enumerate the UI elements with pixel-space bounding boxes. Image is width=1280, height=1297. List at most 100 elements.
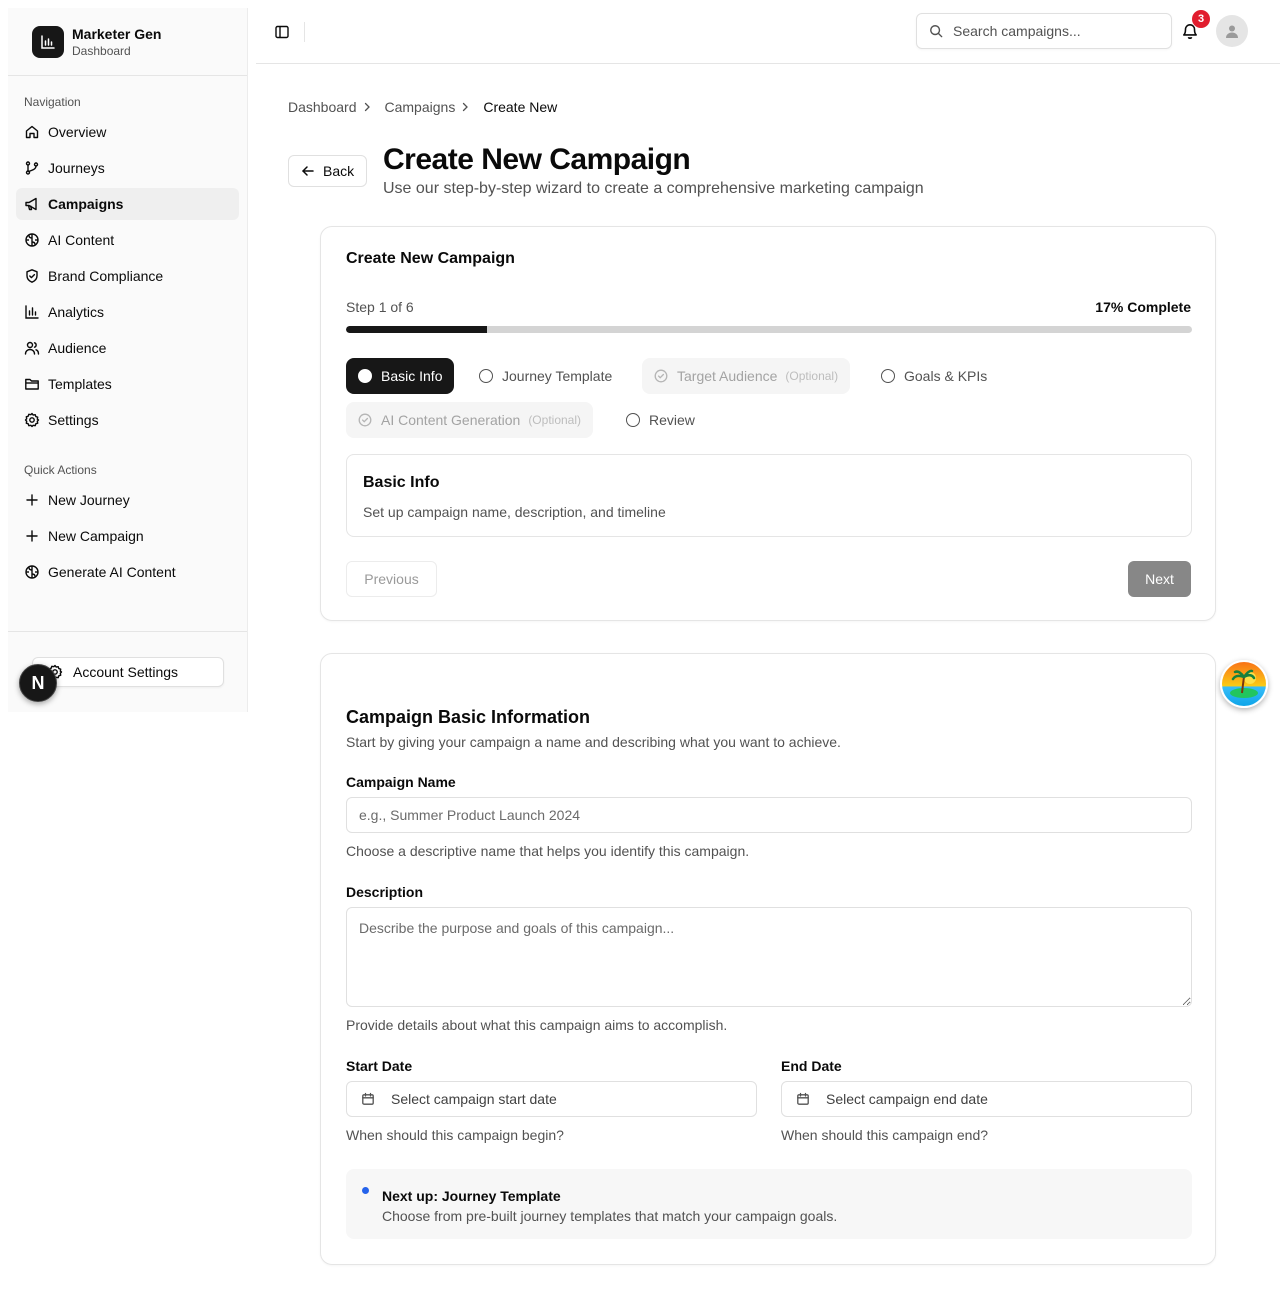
- bar-chart-icon: [25, 305, 39, 319]
- current-step-description: Set up campaign name, description, and t…: [363, 504, 666, 520]
- header-divider: [304, 22, 305, 42]
- step-label: AI Content Generation: [381, 412, 521, 428]
- next-up-title: Next up: Journey Template: [382, 1188, 561, 1204]
- brain-icon: [25, 565, 39, 579]
- progress-percent: 17% Complete: [1095, 299, 1191, 315]
- assistant-avatar[interactable]: [1220, 660, 1268, 708]
- start-date-label: Start Date: [346, 1058, 413, 1074]
- sidebar-item-label: Overview: [48, 124, 107, 140]
- sidebar-footer: Account Settings: [8, 631, 247, 687]
- sidebar-item-label: Audience: [48, 340, 107, 356]
- calendar-icon: [362, 1092, 374, 1105]
- description-label: Description: [346, 884, 424, 900]
- quick-action-generate-ai-content[interactable]: Generate AI Content: [16, 556, 239, 588]
- back-button[interactable]: Back: [288, 155, 367, 187]
- end-date-placeholder: Select campaign end date: [826, 1091, 988, 1107]
- step-label: Review: [649, 412, 695, 428]
- start-date-placeholder: Select campaign start date: [391, 1091, 557, 1107]
- end-date-picker[interactable]: Select campaign end date: [781, 1081, 1192, 1117]
- quick-action-new-journey[interactable]: New Journey: [16, 484, 239, 516]
- campaign-name-label: Campaign Name: [346, 774, 456, 790]
- account-settings-button[interactable]: Account Settings: [32, 657, 224, 687]
- top-header: 3: [256, 0, 1280, 64]
- step-target-audience[interactable]: Target Audience (Optional): [642, 358, 851, 394]
- optional-tag: (Optional): [785, 369, 839, 383]
- page-subtitle: Use our step-by-step wizard to create a …: [383, 180, 924, 197]
- account-settings-label: Account Settings: [73, 664, 179, 680]
- quick-action-label: New Journey: [48, 492, 130, 508]
- next-up-description: Choose from pre-built journey templates …: [382, 1208, 838, 1224]
- circle-icon: [358, 369, 372, 383]
- check-circle-icon: [654, 369, 668, 383]
- breadcrumb-campaigns[interactable]: Campaigns: [385, 99, 456, 115]
- gear-icon: [24, 412, 40, 428]
- users-icon: [24, 341, 40, 355]
- sidebar-item-label: Templates: [48, 376, 112, 392]
- sidebar-nav: Overview Journeys Campaigns AI Content B…: [8, 116, 247, 436]
- next-button[interactable]: Next: [1128, 561, 1191, 597]
- arrow-left-icon: [302, 166, 314, 176]
- bar-chart-icon: [32, 25, 64, 58]
- shield-check-icon: [26, 269, 38, 283]
- notification-badge: 3: [1192, 10, 1210, 28]
- avatar[interactable]: [1216, 15, 1248, 47]
- sidebar: Marketer Gen Dashboard Navigation Overvi…: [8, 8, 248, 712]
- sidebar-item-journeys[interactable]: Journeys: [16, 152, 239, 184]
- folder-icon: [25, 378, 39, 390]
- quick-actions-label: Quick Actions: [24, 463, 97, 477]
- sidebar-item-analytics[interactable]: Analytics: [16, 296, 239, 328]
- breadcrumb-dashboard[interactable]: Dashboard: [288, 99, 357, 115]
- plus-icon: [26, 494, 38, 506]
- optional-tag: (Optional): [528, 413, 581, 427]
- brand-subtitle: Dashboard: [72, 43, 131, 58]
- search-icon: [930, 25, 943, 38]
- circle-icon: [626, 413, 640, 427]
- quick-action-new-campaign[interactable]: New Campaign: [16, 520, 239, 552]
- plus-icon: [26, 530, 38, 542]
- sidebar-item-ai-content[interactable]: AI Content: [16, 224, 239, 256]
- step-label: Basic Info: [381, 368, 443, 384]
- brand-header[interactable]: Marketer Gen Dashboard: [8, 8, 247, 76]
- basic-info-form-card: Campaign Basic Information Start by givi…: [320, 653, 1216, 1265]
- progress-bar: [346, 326, 1192, 333]
- form-title: Campaign Basic Information: [346, 707, 591, 727]
- sidebar-item-label: Journeys: [48, 160, 105, 176]
- sidebar-item-overview[interactable]: Overview: [16, 116, 239, 148]
- sidebar-item-label: Analytics: [48, 304, 105, 320]
- nav-group-label: Navigation: [24, 95, 81, 109]
- step-label: Target Audience: [677, 368, 778, 384]
- back-label: Back: [323, 163, 355, 179]
- sidebar-item-campaigns[interactable]: Campaigns: [16, 188, 239, 220]
- chevron-right-icon: [364, 102, 370, 112]
- current-step-panel: Basic Info Set up campaign name, descrip…: [346, 454, 1192, 537]
- description-textarea[interactable]: [346, 907, 1192, 1007]
- step-counter: Step 1 of 6: [346, 299, 414, 315]
- sidebar-item-audience[interactable]: Audience: [16, 332, 239, 364]
- brand-name: Marketer Gen: [72, 25, 162, 42]
- chevron-right-icon: [463, 102, 469, 112]
- previous-button[interactable]: Previous: [346, 561, 437, 597]
- wizard-card: Create New Campaign Step 1 of 6 17% Comp…: [320, 226, 1216, 621]
- sidebar-toggle-icon[interactable]: [274, 24, 290, 40]
- start-date-picker[interactable]: Select campaign start date: [346, 1081, 757, 1117]
- step-basic-info[interactable]: Basic Info: [346, 358, 455, 394]
- step-review[interactable]: Review: [614, 402, 707, 438]
- info-dot-icon: [362, 1187, 369, 1194]
- campaign-name-input[interactable]: [346, 797, 1192, 833]
- user-icon: [1226, 25, 1238, 38]
- search-input[interactable]: [953, 23, 1153, 39]
- sidebar-item-templates[interactable]: Templates: [16, 368, 239, 400]
- sidebar-item-label: Settings: [48, 412, 99, 428]
- sidebar-item-settings[interactable]: Settings: [16, 404, 239, 436]
- sidebar-item-brand-compliance[interactable]: Brand Compliance: [16, 260, 239, 292]
- search-box[interactable]: [916, 13, 1172, 49]
- megaphone-icon: [25, 197, 37, 211]
- step-goals-kpis[interactable]: Goals & KPIs: [869, 358, 999, 394]
- end-date-hint: When should this campaign end?: [781, 1127, 989, 1143]
- form-description: Start by giving your campaign a name and…: [346, 734, 841, 750]
- circle-icon: [479, 369, 493, 383]
- step-ai-content-generation[interactable]: AI Content Generation (Optional): [346, 402, 593, 438]
- step-journey-template[interactable]: Journey Template: [467, 358, 624, 394]
- next-up-callout: Next up: Journey Template Choose from pr…: [346, 1169, 1192, 1239]
- dev-tools-badge[interactable]: N: [19, 664, 57, 702]
